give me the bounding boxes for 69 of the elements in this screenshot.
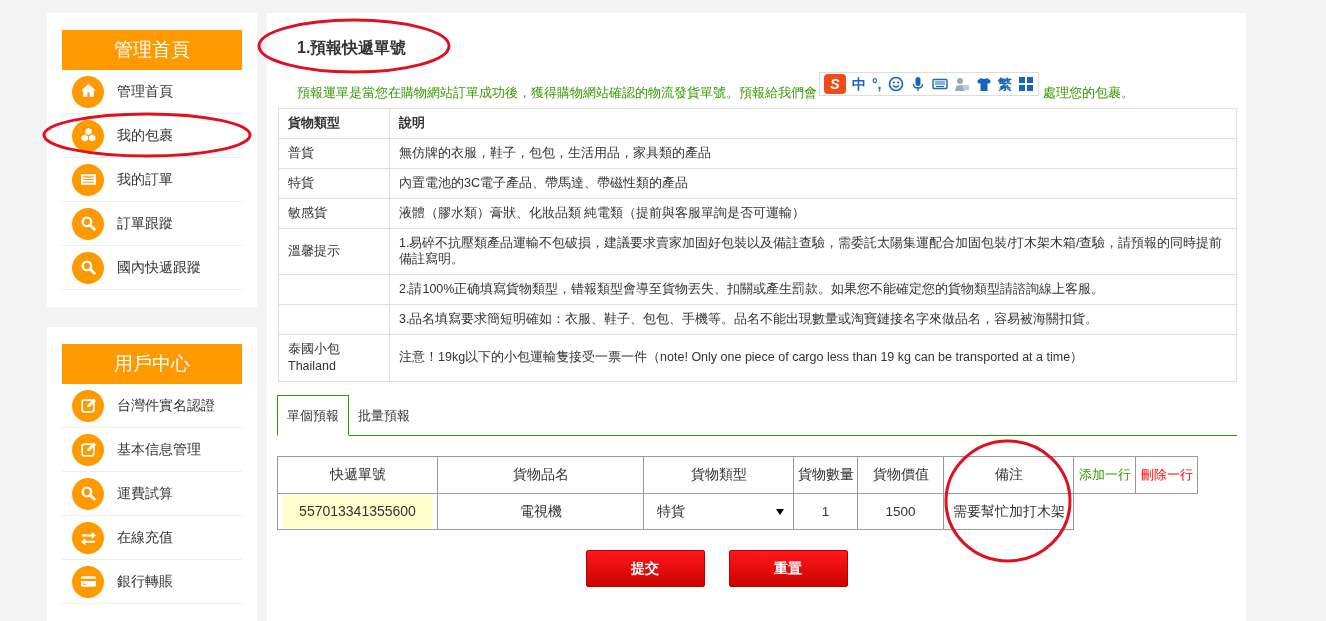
- table-cell: 無仿牌的衣服，鞋子，包包，生活用品，家具類的產品: [399, 145, 711, 160]
- sidebar-item[interactable]: 在線充值: [62, 516, 242, 560]
- reset-button[interactable]: 重置: [728, 550, 848, 588]
- table-cell: 內置電池的3C電子產品、帶馬達、帶磁性類的產品: [399, 175, 688, 190]
- page-title: 1.預報快遞單號: [297, 36, 407, 60]
- notice-text: 處理您的包裹。: [1042, 83, 1134, 102]
- sidebar-item-label[interactable]: 基本信息管理: [117, 439, 201, 460]
- column-header: 貨物類型: [643, 456, 794, 494]
- tab[interactable]: 批量預報: [349, 394, 419, 437]
- sidebar-item-label[interactable]: 管理首頁: [117, 81, 173, 102]
- sidebar-item-label[interactable]: 台灣件實名認證: [117, 395, 215, 416]
- cubes-icon: [72, 119, 104, 152]
- sidebar-item[interactable]: 國內快遞跟蹤: [62, 246, 242, 290]
- sidebar-header: 用戶中心: [62, 344, 242, 384]
- edit-icon: [72, 389, 104, 422]
- table-cell: 1.易碎不抗壓類產品運輸不包破損，建議要求賣家加固好包裝以及備註查驗，需委託太陽集運配合加固包裝/打木架木箱/查驗，請預報的同時提前備註寫明。: [399, 235, 1223, 267]
- sidebar-item[interactable]: 台灣件實名認證: [62, 384, 242, 428]
- sidebar-item-label[interactable]: 國內快遞跟蹤: [117, 257, 201, 278]
- table-cell: 液體（膠水類）膏狀、化妝品類 純電類（提前與客服單詢是否可運輸）: [399, 205, 806, 220]
- item-name-field[interactable]: 電視機: [519, 503, 562, 519]
- sidebar-item-label[interactable]: 運費試算: [117, 483, 173, 504]
- sidebar-item[interactable]: 訂單跟蹤: [62, 202, 242, 246]
- quantity-field[interactable]: 1: [821, 503, 830, 519]
- exchange-icon: [72, 521, 104, 554]
- table-cell: 注意！19kg以下的小包運輸隻接受一票一件（note! Only one piece of cargo less than 19 kg can be transported at a time）: [399, 350, 1084, 365]
- submit-button[interactable]: 提交: [585, 550, 705, 588]
- sidebar-item[interactable]: 運費試算: [62, 472, 242, 516]
- sidebar-item[interactable]: 基本信息管理: [62, 428, 242, 472]
- sidebar-item[interactable]: 銀行轉賬: [62, 560, 242, 604]
- keyboard-icon[interactable]: [931, 76, 948, 92]
- ime-button[interactable]: °,: [872, 73, 882, 95]
- home-icon: [72, 75, 104, 108]
- column-header: 快遞單號: [277, 456, 438, 494]
- ime-button[interactable]: 繁: [997, 73, 1012, 95]
- search-icon: [72, 251, 104, 284]
- ime-logo[interactable]: S: [824, 74, 846, 94]
- table-cell: 2.請100%正确填寫貨物類型，错報類型會導至貨物丟失、扣關或產生罰款。如果您不能確定您的貨物類型請諮詢線上客服。: [399, 282, 1105, 297]
- column-header: 貨物數量: [793, 456, 858, 494]
- table-cell: 普貨: [288, 145, 314, 160]
- table-cell: 敏感貨: [288, 205, 327, 220]
- column-header: 貨物品名: [437, 456, 644, 494]
- search-icon: [72, 207, 104, 240]
- sidebar-item-label[interactable]: 我的訂單: [117, 169, 173, 190]
- column-header: 說明: [389, 108, 1237, 139]
- column-header: 貨物價值: [857, 456, 944, 494]
- sidebar-item[interactable]: 管理首頁: [62, 70, 242, 114]
- sidebar-item-label[interactable]: 銀行轉賬: [117, 571, 173, 592]
- smiley-icon[interactable]: [887, 76, 904, 92]
- sidebar-header: 管理首頁: [62, 30, 242, 70]
- table-cell: 3.品名填寫要求簡短明確如：衣服、鞋子、包包、手機等。品名不能出現數量或淘寶鏈接名字來做品名，容易被海關扣貨。: [399, 312, 1099, 327]
- credit-card-icon: [72, 565, 104, 598]
- caret-icon: [776, 508, 784, 515]
- sidebar-item-label[interactable]: 訂單跟蹤: [117, 213, 173, 234]
- table-cell: 泰國小包 Thailand: [288, 342, 340, 373]
- edit-icon: [72, 433, 104, 466]
- sidebar-item[interactable]: 我的訂單: [62, 158, 242, 202]
- notice-text: 預報運單是當您在購物網站訂單成功後，獲得購物網站確認的物流發貨單號。預報給我們會: [297, 83, 817, 102]
- list-icon: [72, 163, 104, 196]
- table-cell: 溫馨提示: [288, 243, 340, 258]
- value-field[interactable]: 1500: [885, 503, 916, 519]
- sidebar-item-label[interactable]: 在線充值: [117, 527, 173, 548]
- column-header: 貨物類型: [278, 108, 390, 139]
- shirt-icon[interactable]: [975, 76, 992, 92]
- ime-button[interactable]: 中: [852, 73, 866, 95]
- search-icon: [72, 477, 104, 510]
- tab[interactable]: 單個預報: [277, 394, 349, 437]
- grid-icon[interactable]: [1017, 76, 1034, 92]
- sidebar-item-label[interactable]: 我的包裹: [117, 125, 173, 146]
- table-cell: 特貨: [288, 175, 314, 190]
